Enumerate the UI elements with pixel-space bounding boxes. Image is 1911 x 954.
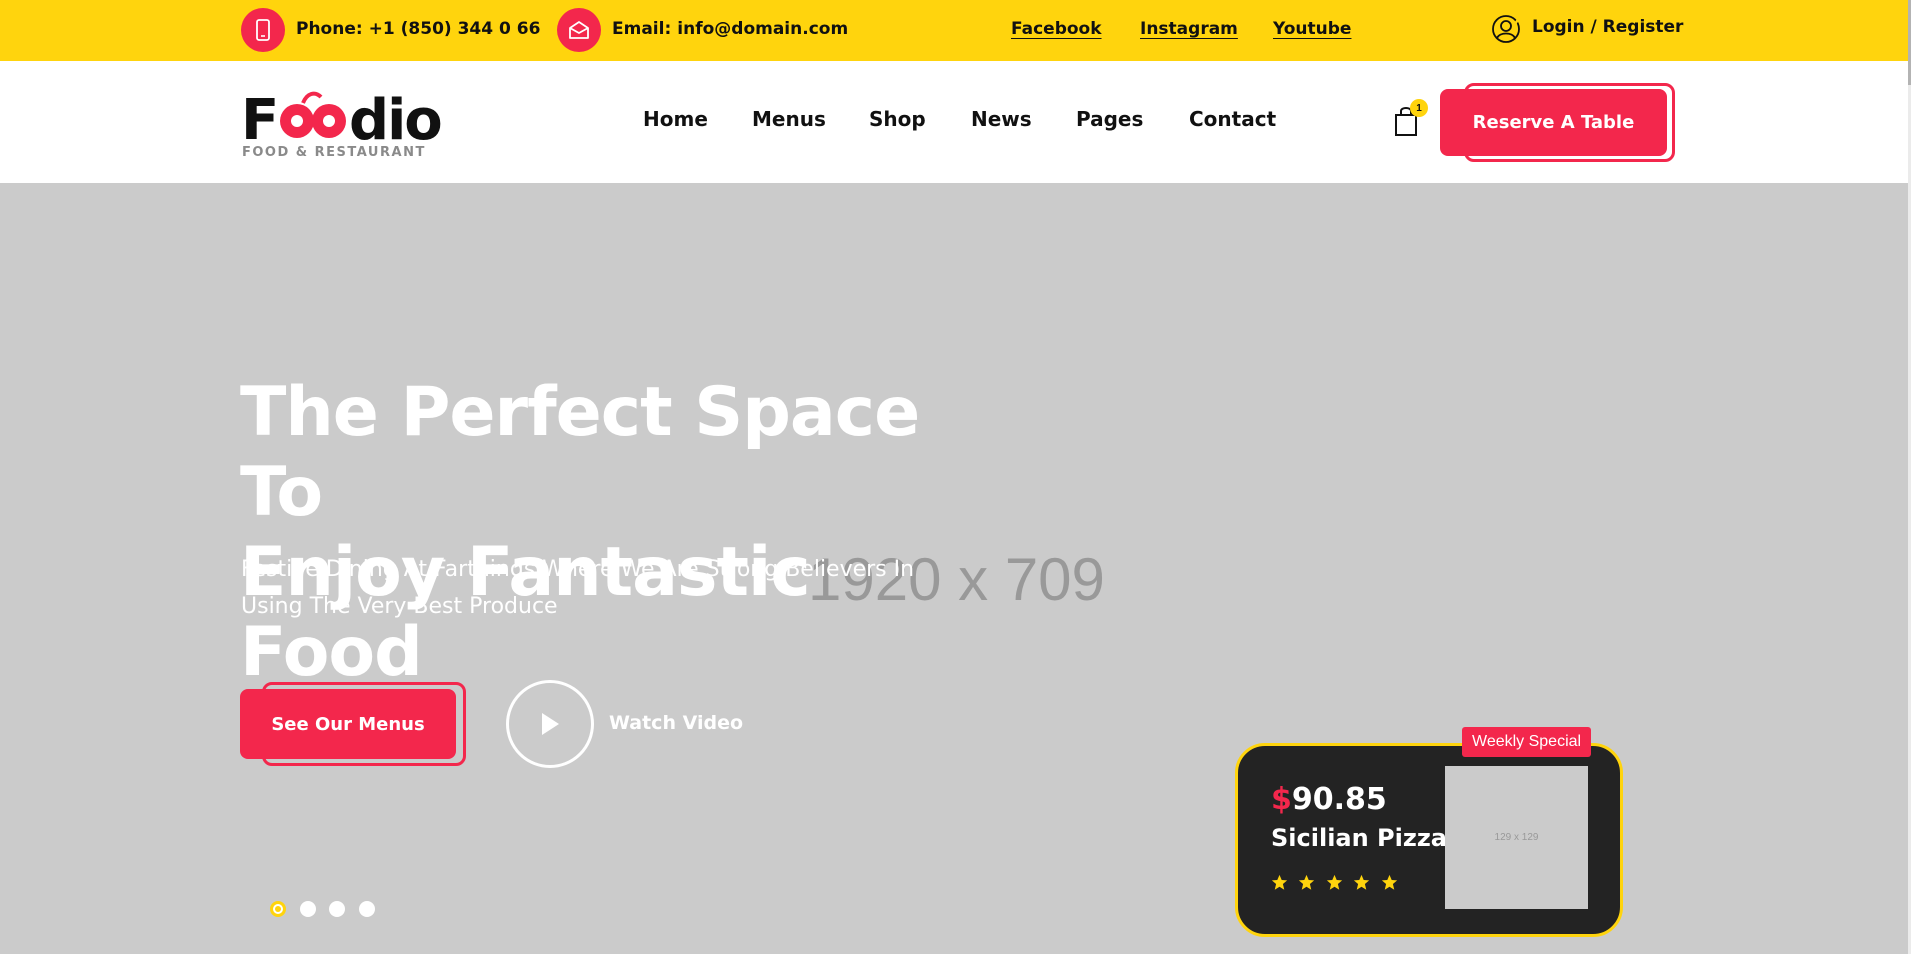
phone-value[interactable]: +1 (850) 344 0 66	[369, 19, 541, 39]
svg-text:F: F	[241, 88, 277, 149]
social-link-instagram[interactable]: Instagram	[1140, 19, 1238, 39]
star-icon	[1326, 874, 1343, 890]
email-value[interactable]: info@domain.com	[677, 19, 848, 39]
hero-slider: 1920 x 709 The Perfect Space To Enjoy Fa…	[0, 183, 1908, 954]
email-label: Email:	[612, 19, 672, 39]
slider-dot-4[interactable]	[359, 901, 375, 917]
logo-tagline: FOOD & RESTAURANT	[242, 145, 426, 160]
see-our-menus-button[interactable]: See Our Menus	[240, 689, 456, 759]
login-register-link[interactable]: Login / Register	[1532, 17, 1683, 37]
hero-subtitle-line1: Festive Dining At Farthings Where We Are…	[241, 557, 915, 582]
menus-button-wrapper: See Our Menus	[240, 682, 466, 767]
top-bar: Phone: +1 (850) 344 0 66 Email: info@domai…	[0, 0, 1911, 61]
special-name: Sicilian Pizza	[1271, 824, 1448, 852]
cart-button[interactable]: 1	[1392, 99, 1428, 137]
watch-video-link[interactable]: Watch Video	[609, 712, 743, 734]
email-icon	[557, 8, 601, 52]
social-link-youtube[interactable]: Youtube	[1273, 19, 1351, 39]
main-header: F dio FOOD & RESTAURANT Home Menus Shop …	[0, 61, 1908, 183]
special-price: $90.85	[1271, 782, 1387, 817]
logo-wordmark-graphic: F dio	[241, 88, 443, 153]
nav-pages[interactable]: Pages	[1076, 107, 1143, 131]
star-icon	[1381, 874, 1397, 890]
special-rating	[1271, 874, 1404, 896]
nav-shop[interactable]: Shop	[869, 107, 926, 131]
nav-news[interactable]: News	[971, 107, 1032, 131]
star-icon	[1271, 874, 1288, 890]
reserve-table-wrapper: Reserve A Table	[1440, 81, 1676, 163]
nav-contact[interactable]: Contact	[1189, 107, 1276, 131]
phone-icon	[241, 8, 285, 52]
nav-home[interactable]: Home	[643, 107, 708, 131]
special-price-value: 90.85	[1291, 782, 1387, 817]
special-image-placeholder: 129 x 129	[1445, 766, 1588, 909]
user-icon	[1492, 15, 1521, 43]
play-icon	[542, 713, 559, 735]
nav-menus[interactable]: Menus	[752, 107, 826, 131]
phone-info[interactable]: Phone: +1 (850) 344 0 66	[296, 19, 540, 39]
special-currency: $	[1271, 782, 1292, 817]
email-info[interactable]: Email: info@domain.com	[612, 19, 848, 39]
star-icon	[1354, 874, 1370, 890]
slider-dot-2[interactable]	[300, 901, 316, 917]
svg-text:dio: dio	[349, 88, 441, 149]
phone-label: Phone:	[296, 19, 363, 39]
hero-subtitle-line2: Using The Very Best Produce	[241, 594, 558, 619]
logo[interactable]: F dio FOOD & RESTAURANT	[241, 85, 446, 165]
weekly-special-card[interactable]: $90.85 Sicilian Pizza 129 x 129	[1235, 743, 1623, 937]
slider-dot-1[interactable]	[270, 901, 286, 917]
hero-title: The Perfect Space To Enjoy Fantastic Foo…	[240, 373, 1000, 693]
hero-title-line1: The Perfect Space To	[240, 373, 920, 532]
star-icon	[1299, 874, 1315, 890]
reserve-table-button[interactable]: Reserve A Table	[1440, 89, 1667, 156]
cart-count-badge: 1	[1410, 99, 1428, 117]
weekly-special-badge: Weekly Special	[1462, 727, 1592, 757]
play-video-button[interactable]	[506, 680, 594, 768]
social-link-facebook[interactable]: Facebook	[1011, 19, 1102, 39]
slider-dot-3[interactable]	[329, 901, 345, 917]
hero-subtitle: Festive Dining At Farthings Where We Are…	[241, 551, 921, 625]
